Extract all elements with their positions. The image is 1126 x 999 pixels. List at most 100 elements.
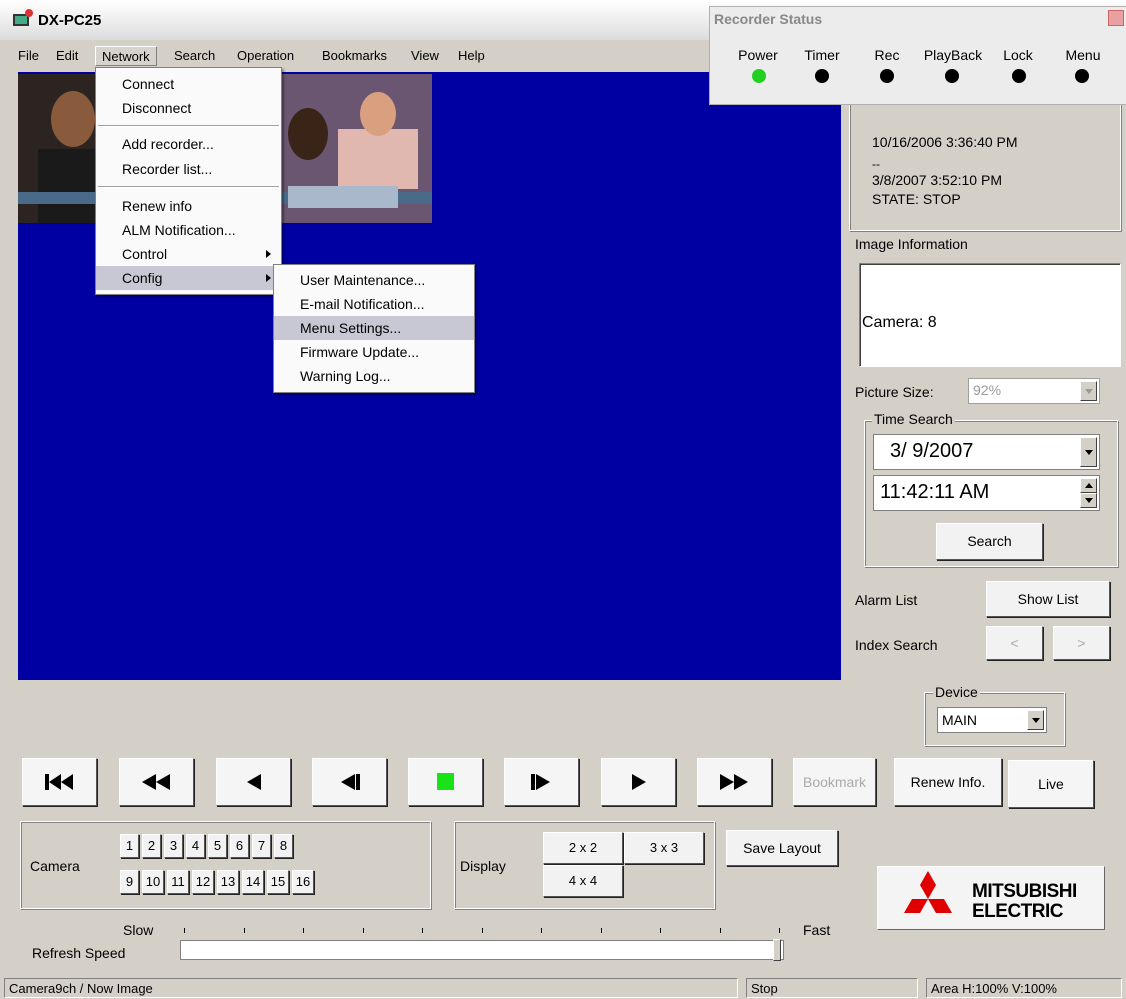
date-picker[interactable]: 3/ 9/2007 — [873, 434, 1100, 470]
play-button[interactable] — [601, 758, 676, 806]
slider-thumb[interactable] — [773, 939, 781, 961]
spin-up-icon[interactable] — [1080, 478, 1097, 493]
menu-menu-settings[interactable]: Menu Settings... — [274, 316, 474, 340]
layout-4x4-button[interactable]: 4 x 4 — [543, 865, 623, 897]
index-prev-button[interactable]: < — [986, 626, 1043, 660]
menu-config-label: Config — [122, 270, 163, 286]
menu-edit[interactable]: Edit — [50, 46, 84, 66]
menu-control-label: Control — [122, 246, 168, 262]
camera-12-button[interactable]: 12 — [192, 870, 214, 894]
display-label: Display — [460, 858, 506, 874]
step-back-button[interactable] — [312, 758, 387, 806]
device-value: MAIN — [942, 712, 977, 728]
menu-control[interactable]: Control — [96, 242, 281, 266]
menu-view[interactable]: View — [405, 46, 445, 66]
recorder-info-box — [849, 96, 1121, 231]
time-value: 11:42:11 AM — [880, 481, 990, 503]
rewind-button[interactable] — [216, 758, 291, 806]
menu-operation[interactable]: Operation — [231, 46, 300, 66]
camera-3-button[interactable]: 3 — [164, 834, 183, 858]
menu-file[interactable]: File — [12, 46, 45, 66]
recorder-status-window: Recorder Status Power Timer Rec PlayBack… — [709, 6, 1126, 105]
camera-5-button[interactable]: 5 — [208, 834, 227, 858]
camera-14-button[interactable]: 14 — [242, 870, 264, 894]
menu-separator — [98, 186, 279, 188]
menu-bookmarks[interactable]: Bookmarks — [316, 46, 393, 66]
indicator-label-playback: PlayBack — [923, 47, 983, 63]
play-reverse-icon — [247, 774, 261, 790]
menu-warning-log[interactable]: Warning Log... — [274, 364, 474, 388]
camera-2-button[interactable]: 2 — [142, 834, 161, 858]
fast-rewind-icon — [142, 774, 170, 790]
indicator-label-menu: Menu — [1065, 47, 1101, 63]
fast-forward-button[interactable] — [697, 758, 772, 806]
search-button[interactable]: Search — [936, 523, 1043, 560]
recorder-status-title: Recorder Status — [714, 11, 823, 27]
device-label: Device — [933, 684, 980, 700]
camera-7-button[interactable]: 7 — [252, 834, 271, 858]
step-forward-button[interactable] — [504, 758, 579, 806]
renew-info-button[interactable]: Renew Info. — [894, 758, 1002, 806]
camera-15-button[interactable]: 15 — [267, 870, 289, 894]
dropdown-arrow-icon[interactable] — [1080, 437, 1097, 467]
status-left: Camera9ch / Now Image — [4, 978, 738, 998]
camera-11-button[interactable]: 11 — [167, 870, 189, 894]
menu-firmware-update[interactable]: Firmware Update... — [274, 340, 474, 364]
bookmark-button[interactable]: Bookmark — [793, 758, 876, 806]
menu-email-notification[interactable]: E-mail Notification... — [274, 292, 474, 316]
menu-user-maintenance[interactable]: User Maintenance... — [274, 268, 474, 292]
live-button[interactable]: Live — [1008, 760, 1094, 808]
menu-network[interactable]: Network — [95, 46, 157, 66]
dropdown-arrow-icon[interactable] — [1027, 710, 1044, 730]
slider-tick — [660, 928, 661, 933]
fast-rewind-button[interactable] — [119, 758, 194, 806]
image-camera-value: Camera: 8 — [862, 314, 937, 331]
stop-button[interactable] — [408, 758, 483, 806]
layout-3x3-button[interactable]: 3 x 3 — [624, 832, 704, 864]
image-information-label: Image Information — [855, 236, 968, 252]
spin-down-icon[interactable] — [1080, 493, 1097, 508]
config-submenu: User Maintenance... E-mail Notification.… — [273, 264, 475, 393]
indicator-label-lock: Lock — [1003, 47, 1033, 63]
save-layout-button[interactable]: Save Layout — [726, 830, 838, 866]
play-icon — [632, 774, 646, 790]
camera-4-button[interactable]: 4 — [186, 834, 205, 858]
slider-tick — [779, 928, 780, 933]
layout-2x2-button[interactable]: 2 x 2 — [543, 832, 623, 864]
logo-text-line1: MITSUBISHI — [972, 881, 1077, 902]
camera-9-button[interactable]: 9 — [120, 870, 139, 894]
lock-indicator-icon — [1012, 69, 1026, 83]
index-next-button[interactable]: > — [1053, 626, 1110, 660]
status-middle: Stop — [746, 978, 918, 998]
device-select[interactable]: MAIN — [937, 707, 1047, 733]
menu-disconnect[interactable]: Disconnect — [96, 96, 281, 120]
playback-indicator-icon — [945, 69, 959, 83]
recording-start-time: 10/16/2006 3:36:40 PM — [872, 134, 1018, 150]
menu-connect[interactable]: Connect — [96, 72, 281, 96]
camera-6-button[interactable]: 6 — [230, 834, 249, 858]
menu-renew-info[interactable]: Renew info — [96, 194, 281, 218]
time-spinner[interactable]: 11:42:11 AM — [873, 475, 1100, 511]
recording-end-time: 3/8/2007 3:52:10 PM — [872, 172, 1002, 188]
camera-13-button[interactable]: 13 — [217, 870, 239, 894]
camera-10-button[interactable]: 10 — [142, 870, 164, 894]
rec-indicator-icon — [880, 69, 894, 83]
menu-search[interactable]: Search — [168, 46, 221, 66]
camera-16-button[interactable]: 16 — [292, 870, 314, 894]
close-icon[interactable] — [1108, 10, 1124, 26]
app-icon — [13, 9, 33, 26]
picture-size-select[interactable]: 92% — [968, 378, 1100, 404]
menu-config[interactable]: Config — [96, 266, 281, 290]
show-list-button[interactable]: Show List — [986, 581, 1110, 617]
menu-indicator-icon — [1075, 69, 1089, 83]
menu-recorder-list[interactable]: Recorder list... — [96, 157, 281, 181]
three-diamonds-logo-icon — [904, 871, 952, 913]
refresh-speed-slider[interactable] — [180, 939, 784, 961]
skip-to-start-button[interactable] — [22, 758, 97, 806]
menu-help[interactable]: Help — [452, 46, 491, 66]
camera-8-button[interactable]: 8 — [274, 834, 293, 858]
camera-1-button[interactable]: 1 — [120, 834, 139, 858]
menu-alm-notification[interactable]: ALM Notification... — [96, 218, 281, 242]
menu-add-recorder[interactable]: Add recorder... — [96, 132, 281, 156]
slider-tick — [481, 928, 483, 933]
